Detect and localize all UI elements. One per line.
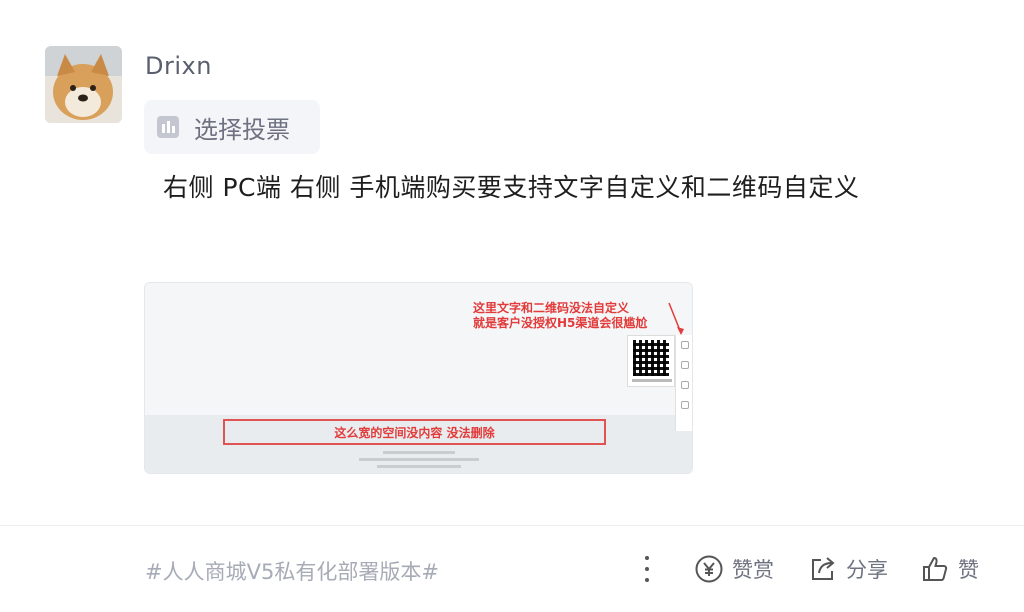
annotation-box-text: 这么宽的空间没内容 没法删除 [334, 425, 495, 440]
vote-label: 选择投票 [194, 115, 290, 144]
side-toolbar [675, 335, 692, 431]
bar-chart-icon [156, 115, 180, 139]
placeholder-line [359, 458, 479, 461]
qr-caption [632, 379, 672, 382]
reward-button[interactable]: 赞赏 [694, 552, 774, 586]
attached-screenshot[interactable]: 这里文字和二维码没法自定义 就是客户没授权H5渠道会很尴尬 这么宽的空间没内容 … [144, 282, 693, 474]
share-arrow-icon [812, 557, 835, 580]
vote-chip[interactable]: 选择投票 [144, 100, 320, 154]
qr-code-card [627, 335, 675, 387]
annotation-line-2: 就是客户没授权H5渠道会很尴尬 [473, 316, 648, 330]
reward-label: 赞赏 [732, 558, 774, 582]
annotation-box: 这么宽的空间没内容 没法删除 [223, 419, 606, 445]
yen-coin-icon [695, 555, 723, 583]
avatar[interactable] [45, 46, 122, 123]
post-text: 右侧 PC端 右侧 手机端购买要支持文字自定义和二维码自定义 [163, 173, 860, 202]
shiba-avatar-image [45, 46, 122, 123]
more-vertical-icon[interactable] [643, 556, 651, 582]
placeholder-line [383, 451, 455, 454]
side-toolbar-item [680, 381, 689, 389]
qr-code-icon [633, 340, 669, 376]
like-button[interactable]: 赞 [920, 552, 979, 586]
side-toolbar-item [680, 341, 689, 349]
footer-placeholder-lines [359, 451, 479, 471]
username[interactable]: Drixn [145, 52, 212, 80]
share-button[interactable]: 分享 [808, 552, 888, 586]
topic-tag[interactable]: #人人商城V5私有化部署版本# [145, 556, 439, 586]
annotation-line-1: 这里文字和二维码没法自定义 [473, 301, 630, 315]
share-label: 分享 [846, 558, 888, 582]
side-toolbar-item [680, 361, 689, 369]
like-label: 赞 [958, 558, 979, 582]
placeholder-line [377, 465, 461, 468]
annotation-note: 这里文字和二维码没法自定义 就是客户没授权H5渠道会很尴尬 [473, 301, 647, 331]
divider [0, 525, 1024, 526]
thumbs-up-icon [923, 556, 948, 581]
side-toolbar-item [680, 401, 689, 409]
